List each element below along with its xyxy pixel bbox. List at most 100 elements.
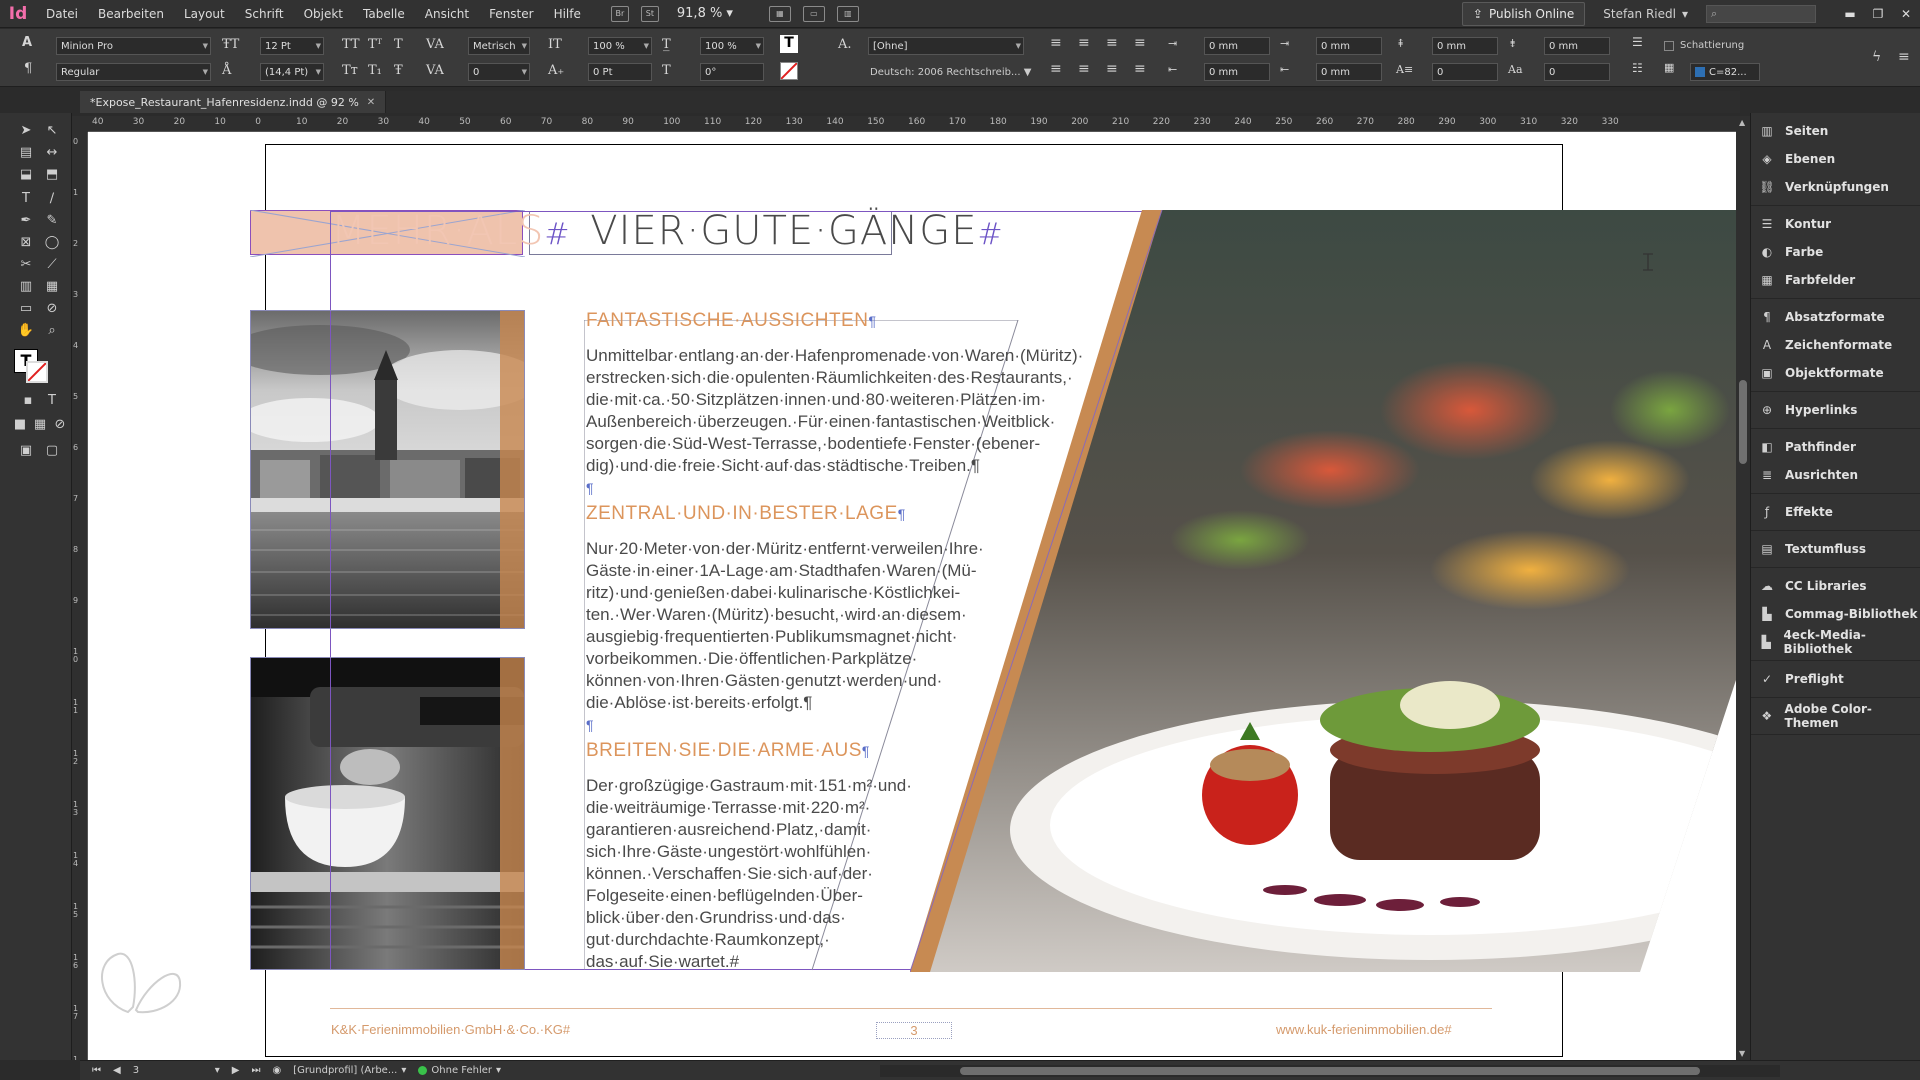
menu-6[interactable]: Ansicht: [415, 0, 479, 28]
pen-tool-icon[interactable]: ✒: [14, 209, 38, 231]
ruler-origin[interactable]: [72, 116, 88, 132]
stroke-swatch-icon[interactable]: [26, 361, 48, 383]
vertical-ruler[interactable]: 012345678910111213141516171819: [72, 132, 88, 1060]
panel-pathfinder[interactable]: ◧ Pathfinder: [1751, 433, 1920, 461]
panel-ebenen[interactable]: ◈ Ebenen: [1751, 145, 1920, 173]
numbered-list-icon[interactable]: ☷: [1632, 61, 1643, 75]
normal-view-icon[interactable]: ▣: [14, 439, 38, 461]
view-options-icon[interactable]: ▦: [768, 5, 791, 22]
page-number-field[interactable]: 3: [133, 1065, 203, 1076]
gradient-tool-icon[interactable]: ▥: [14, 275, 38, 297]
publish-online-button[interactable]: ⇪ Publish Online: [1461, 2, 1586, 26]
section-heading[interactable]: BREITEN·SIE·DIE·ARME·AUS¶: [586, 740, 870, 762]
stock-icon[interactable]: St: [640, 5, 659, 22]
chevron-down-icon[interactable]: ▾: [215, 1065, 220, 1076]
character-controls-icon[interactable]: A: [22, 35, 32, 50]
panel-seiten[interactable]: ▥ Seiten: [1751, 117, 1920, 145]
screen-mode-icon[interactable]: ▭: [802, 5, 825, 22]
free-transform-tool-icon[interactable]: ⟋: [40, 253, 64, 275]
previous-page-icon[interactable]: ◀: [113, 1065, 121, 1076]
menu-7[interactable]: Fenster: [479, 0, 544, 28]
last-line-indent-field[interactable]: 0 mm: [1316, 63, 1382, 81]
no-stroke-swatch[interactable]: [780, 62, 798, 80]
coffee-machine-photo[interactable]: [250, 657, 524, 969]
paragraph-controls-icon[interactable]: ¶: [24, 61, 32, 76]
vertical-scale-field[interactable]: 100 % ▼: [588, 37, 652, 55]
bullet-list-icon[interactable]: ☰: [1632, 35, 1643, 49]
all-caps-icon[interactable]: TT: [342, 37, 360, 52]
ellipse-tool-icon[interactable]: ◯: [40, 231, 64, 253]
scroll-down-icon[interactable]: ▼: [1739, 1049, 1745, 1058]
next-page-icon[interactable]: ▶: [232, 1065, 240, 1076]
panel-preflight[interactable]: ✓ Preflight: [1751, 665, 1920, 693]
panel-commag-bibliothek[interactable]: ▙ Commag-Bibliothek: [1751, 600, 1920, 628]
preview-mode-icon[interactable]: ▢: [40, 439, 64, 461]
note-tool-icon[interactable]: ▭: [14, 297, 38, 319]
align-spine-icon[interactable]: ≡: [1134, 61, 1146, 77]
font-family-field[interactable]: Minion Pro ▼: [56, 37, 211, 55]
page-title[interactable]: MEHR·ALS# VIER·GUTE·GÄNGE#: [331, 208, 1004, 254]
gradient-feather-tool-icon[interactable]: ▦: [40, 275, 64, 297]
skew-field[interactable]: 0°: [700, 63, 764, 81]
vertical-scrollbar[interactable]: ▲ ▼: [1736, 116, 1750, 1060]
menu-3[interactable]: Schrift: [235, 0, 294, 28]
justify-right-icon[interactable]: ≡: [1078, 61, 1090, 77]
document-canvas[interactable]: MEHR·ALS# VIER·GUTE·GÄNGE# FANTASTISCHE·…: [88, 132, 1736, 1060]
section-body[interactable]: Nur·20·Meter·von·der·Müritz·entfernt·ver…: [586, 538, 1066, 736]
section-heading[interactable]: FANTASTISCHE·AUSSICHTEN¶: [586, 310, 877, 332]
apply-none-icon[interactable]: ⊘: [48, 413, 72, 435]
subscript-icon[interactable]: T₁: [368, 63, 382, 78]
horizontal-scroll-thumb[interactable]: [960, 1067, 1700, 1075]
panel-farbfelder[interactable]: ▦ Farbfelder: [1751, 266, 1920, 294]
panel-effekte[interactable]: ƒ Effekte: [1751, 498, 1920, 526]
panel-hyperlinks[interactable]: ⊕ Hyperlinks: [1751, 396, 1920, 424]
section-body[interactable]: Der·großzügige·Gastraum·mit·151·m²·und· d…: [586, 775, 1066, 973]
line-tool-icon[interactable]: ∕: [40, 187, 64, 209]
direct-selection-tool-icon[interactable]: ↖: [40, 119, 64, 141]
left-indent-field[interactable]: 0 mm: [1204, 37, 1270, 55]
align-center-icon[interactable]: ≡: [1078, 35, 1090, 51]
horizontal-ruler[interactable]: 40 30 20 10 0 10 20 30 40 50 60 70 80 90 100 110 120 130 1…: [88, 116, 1736, 132]
menu-2[interactable]: Layout: [174, 0, 235, 28]
close-icon[interactable]: ✕: [367, 97, 375, 108]
scissors-tool-icon[interactable]: ✂: [14, 253, 38, 275]
restore-button[interactable]: ❐: [1864, 0, 1892, 28]
footer-website[interactable]: www.kuk-ferienimmobilien.de#: [1276, 1022, 1452, 1037]
preflight-status[interactable]: Ohne Fehler ▾: [418, 1065, 501, 1076]
character-style-field[interactable]: [Ohne] ▼: [868, 37, 1024, 55]
drop-cap-lines-field[interactable]: 0: [1432, 63, 1498, 81]
section-body[interactable]: Unmittelbar·entlang·an·der·Hafenpromenad…: [586, 345, 1083, 499]
hand-tool-icon[interactable]: ✋: [14, 319, 38, 341]
formatting-text-icon[interactable]: T: [40, 389, 64, 411]
profile-select[interactable]: [Grundprofil] (Arbe... ▾: [293, 1065, 406, 1076]
bridge-icon[interactable]: Br: [610, 5, 629, 22]
leading-field[interactable]: (14,4 Pt) ▼: [260, 63, 324, 81]
zoom-tool-icon[interactable]: ⌕: [40, 319, 64, 341]
scroll-up-icon[interactable]: ▲: [1739, 118, 1745, 127]
space-after-field[interactable]: 0 mm: [1544, 37, 1610, 55]
panel-adobe-color-themen[interactable]: ❖ Adobe Color-Themen: [1751, 702, 1920, 730]
first-page-icon[interactable]: ⏮: [92, 1065, 101, 1076]
first-line-indent-field[interactable]: 0 mm: [1204, 63, 1270, 81]
last-page-icon[interactable]: ⏭: [251, 1065, 260, 1076]
justify-all-icon[interactable]: ≡: [1106, 61, 1118, 77]
small-caps-icon[interactable]: Tт: [342, 63, 358, 78]
formatting-container-icon[interactable]: ▪: [16, 389, 40, 411]
space-before-field[interactable]: 0 mm: [1432, 37, 1498, 55]
footer-company[interactable]: K&K·Ferienimmobilien·GmbH·&·Co.·KG#: [331, 1022, 570, 1037]
align-left-icon[interactable]: ≡: [1050, 35, 1062, 51]
kerning-field[interactable]: Metrisch ▼: [468, 37, 530, 55]
language-field[interactable]: Deutsch: 2006 Rechtschreib... ▼: [870, 67, 1031, 78]
superscript-icon[interactable]: Tᵀ: [368, 37, 382, 52]
text-fill-icon[interactable]: T: [780, 35, 798, 53]
drop-cap-chars-field[interactable]: 0: [1544, 63, 1610, 81]
strikethrough-icon[interactable]: Ŧ: [394, 63, 403, 78]
align-right-icon[interactable]: ≡: [1106, 35, 1118, 51]
font-style-field[interactable]: Regular ▼: [56, 63, 211, 81]
menu-8[interactable]: Hilfe: [544, 0, 591, 28]
panel-menu-icon[interactable]: ≡: [1898, 49, 1910, 65]
arrange-documents-icon[interactable]: ▥: [836, 5, 859, 22]
panel-verkn-pfungen[interactable]: ⛓ Verknüpfungen: [1751, 173, 1920, 201]
zoom-level-select[interactable]: 91,8 % ▾: [677, 6, 733, 21]
rectangle-frame-tool-icon[interactable]: ⊠: [14, 231, 38, 253]
